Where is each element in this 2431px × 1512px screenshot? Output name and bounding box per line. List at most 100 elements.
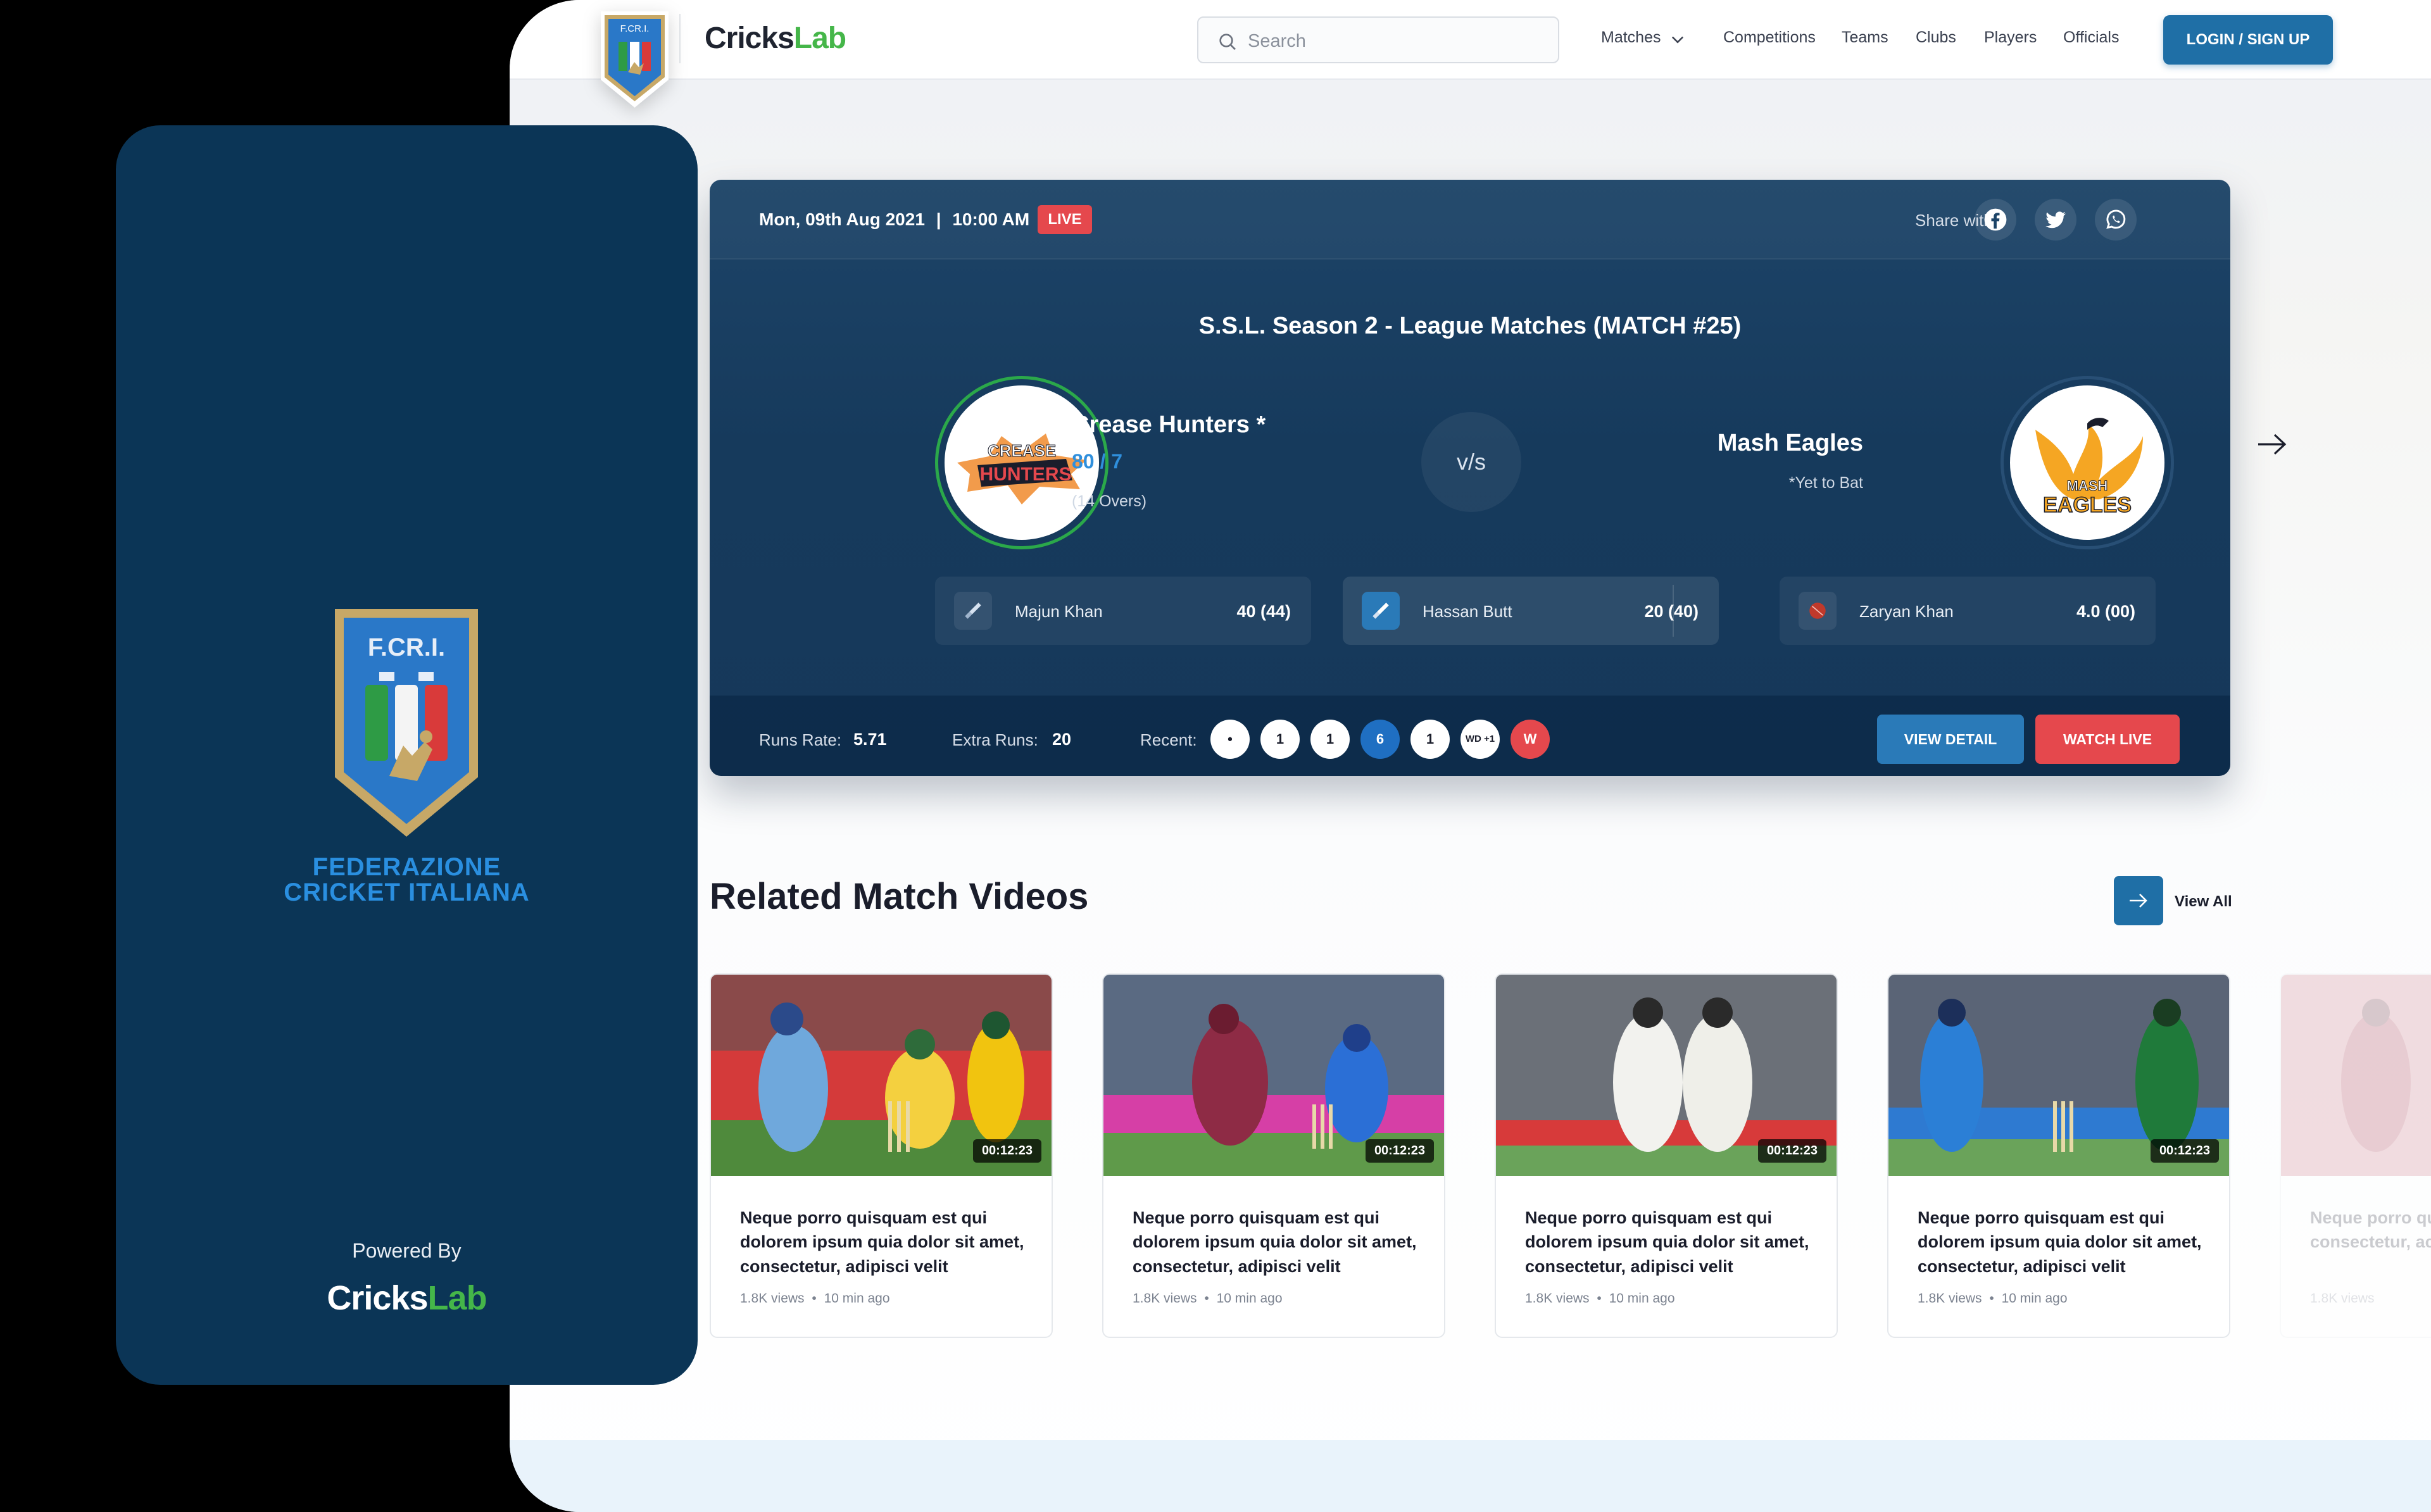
related-videos-title: Related Match Videos bbox=[710, 876, 1089, 917]
powered-by-label: Powered By bbox=[352, 1239, 462, 1262]
twitter-share-button[interactable] bbox=[2035, 199, 2076, 241]
match-card-footer: Runs Rate: 5.71 Extra Runs: 20 Recent: •… bbox=[710, 696, 2230, 776]
mash-eagles-logo: MASH EAGLES bbox=[2035, 418, 2143, 518]
video-duration: 00:12:23 bbox=[2150, 1139, 2219, 1163]
team1-overs: (14 Overs) bbox=[1072, 492, 1147, 510]
player-stat-batter2[interactable]: Hassan Butt 20 (40) bbox=[1343, 577, 1719, 645]
watch-live-button[interactable]: WATCH LIVE bbox=[2035, 715, 2180, 764]
logo-text-part1: Cricks bbox=[705, 22, 795, 55]
login-signup-button[interactable]: LOGIN / SIGN UP bbox=[2163, 15, 2333, 65]
search-placeholder: Search bbox=[1248, 31, 1306, 51]
runs-rate-label: Runs Rate: bbox=[759, 730, 842, 749]
video-duration: 00:12:23 bbox=[1365, 1139, 1434, 1163]
player-stat-bowler[interactable]: Zaryan Khan 4.0 (00) bbox=[1780, 577, 2156, 645]
video-views: 1.8K views bbox=[1525, 1291, 1590, 1306]
video-title[interactable]: Neque porro quisquam est qui dolorem ips… bbox=[1133, 1206, 1424, 1278]
video-card-partial[interactable]: Neque porro qu dolorem ipsum consectetur… bbox=[2280, 973, 2431, 1338]
video-thumbnail[interactable] bbox=[2281, 975, 2431, 1176]
match-title: S.S.L. Season 2 - League Matches (MATCH … bbox=[1198, 313, 1742, 339]
search-box[interactable]: Search bbox=[1197, 16, 1559, 63]
video-duration: 00:12:23 bbox=[1757, 1139, 1826, 1163]
whatsapp-share-button[interactable] bbox=[2095, 199, 2137, 241]
cricks-lab-logo: CricksLab bbox=[116, 1278, 698, 1318]
logo-text-part1: Cricks bbox=[327, 1279, 428, 1317]
view-detail-button[interactable]: VIEW DETAIL bbox=[1877, 715, 2024, 764]
nav-teams[interactable]: Teams bbox=[1842, 28, 1888, 47]
nav-clubs[interactable]: Clubs bbox=[1916, 28, 1956, 47]
federation-name-line1: FEDERAZIONE bbox=[312, 853, 501, 881]
shield-text: F.CR.I. bbox=[620, 23, 650, 34]
team1-logo-top-text: CREASE bbox=[988, 441, 1056, 460]
video-thumbnail[interactable]: 00:12:23 bbox=[1103, 975, 1444, 1176]
whatsapp-icon bbox=[2106, 209, 2126, 229]
ball-icon bbox=[1799, 592, 1837, 630]
video-title[interactable]: Neque porro quisquam est qui dolorem ips… bbox=[740, 1206, 1031, 1278]
extra-runs-value: 20 bbox=[1052, 730, 1072, 749]
video-meta: 1.8K views • 10 min ago bbox=[740, 1291, 890, 1306]
nav-competitions[interactable]: Competitions bbox=[1723, 28, 1816, 47]
video-card[interactable]: 00:12:23 Neque porro quisquam est qui do… bbox=[1887, 973, 2230, 1338]
match-date: Mon, 09th Aug 2021 bbox=[759, 209, 925, 229]
brand-divider bbox=[679, 14, 681, 63]
live-badge: LIVE bbox=[1038, 205, 1092, 234]
video-duration: 00:12:23 bbox=[972, 1139, 1041, 1163]
view-all-button[interactable] bbox=[2114, 876, 2163, 925]
mobile-splash-screen: F.CR.I. FEDERAZIONE CRICKET ITALIANA Pow… bbox=[116, 125, 698, 1385]
match-card-header: Mon, 09th Aug 2021 | 10:00 AM LIVE Share… bbox=[710, 180, 2230, 259]
recent-ball: 1 bbox=[1310, 720, 1350, 759]
video-card[interactable]: 00:12:23 Neque porro quisquam est qui do… bbox=[1102, 973, 1445, 1338]
video-age: 10 min ago bbox=[824, 1291, 890, 1306]
view-all-link[interactable]: View All bbox=[2175, 893, 2232, 911]
video-title[interactable]: Neque porro qu dolorem ipsum consectetur… bbox=[2310, 1206, 2431, 1254]
player-stat-batter1[interactable]: Majun Khan 40 (44) bbox=[935, 577, 1311, 645]
video-meta: 1.8K views • 10 min ago bbox=[1133, 1291, 1283, 1306]
team1-score: 80 / 7 bbox=[1072, 450, 1123, 473]
desktop-site-frame: CricksLab Search Matches Competitions Te… bbox=[510, 0, 2431, 1512]
video-views: 1.8K views bbox=[1133, 1291, 1197, 1306]
chevron-down-icon[interactable] bbox=[1669, 30, 1687, 48]
team2-logo-bottom-text: EAGLES bbox=[2043, 493, 2132, 517]
recent-ball: 1 bbox=[1260, 720, 1300, 759]
logo-text-part2: Lab bbox=[427, 1279, 487, 1317]
video-thumbnail[interactable]: 00:12:23 bbox=[1496, 975, 1837, 1176]
player-name: Zaryan Khan bbox=[1859, 602, 1954, 621]
player-score: 40 (44) bbox=[1236, 602, 1291, 621]
bat-icon bbox=[954, 592, 992, 630]
team1-name[interactable]: Crease Hunters * bbox=[1072, 411, 1266, 439]
extra-runs-label: Extra Runs: bbox=[952, 730, 1038, 749]
logo-text-part2: Lab bbox=[793, 22, 846, 55]
video-views: 1.8K views bbox=[1918, 1291, 1982, 1306]
top-navbar: CricksLab Search Matches Competitions Te… bbox=[510, 0, 2431, 80]
match-datetime: Mon, 09th Aug 2021 | 10:00 AM bbox=[759, 209, 1030, 229]
video-age: 10 min ago bbox=[1216, 1291, 1283, 1306]
video-card[interactable]: 00:12:23 Neque porro quisquam est qui do… bbox=[710, 973, 1053, 1338]
video-views: 1.8K views bbox=[740, 1291, 805, 1306]
nav-matches[interactable]: Matches bbox=[1601, 28, 1661, 47]
video-title[interactable]: Neque porro quisquam est qui dolorem ips… bbox=[1525, 1206, 1816, 1278]
federation-shield-logo[interactable]: F.CR.I. bbox=[598, 9, 671, 110]
team2-name[interactable]: Mash Eagles bbox=[1718, 430, 1863, 457]
footer-band bbox=[510, 1440, 2431, 1512]
video-card[interactable]: 00:12:23 Neque porro quisquam est qui do… bbox=[1495, 973, 1838, 1338]
nav-officials[interactable]: Officials bbox=[2063, 28, 2119, 47]
recent-ball-wide: WD +1 bbox=[1460, 720, 1500, 759]
federation-name-line2: CRICKET ITALIANA bbox=[284, 878, 530, 906]
arrow-right-icon[interactable] bbox=[2256, 432, 2289, 457]
runs-rate-value: 5.71 bbox=[853, 730, 887, 749]
video-thumbnail[interactable]: 00:12:23 bbox=[711, 975, 1052, 1176]
recent-ball-wicket: W bbox=[1511, 720, 1550, 759]
search-icon bbox=[1219, 34, 1236, 50]
team2-logo-top-text: MASH bbox=[2067, 478, 2108, 494]
team2-status: *Yet to Bat bbox=[1788, 474, 1863, 492]
facebook-icon bbox=[1984, 208, 2007, 231]
team1-logo-bottom-text: HUNTERS bbox=[979, 464, 1071, 485]
cricks-lab-logo[interactable]: CricksLab bbox=[705, 21, 846, 56]
team2-logo[interactable]: MASH EAGLES bbox=[2001, 376, 2174, 549]
video-title[interactable]: Neque porro quisquam est qui dolorem ips… bbox=[1918, 1206, 2209, 1278]
nav-players[interactable]: Players bbox=[1984, 28, 2037, 47]
video-age: 10 min ago bbox=[2001, 1291, 2068, 1306]
facebook-share-button[interactable] bbox=[1975, 199, 2016, 241]
video-thumbnail[interactable]: 00:12:23 bbox=[1888, 975, 2229, 1176]
match-time: 10:00 AM bbox=[952, 209, 1030, 229]
player-score: 4.0 (00) bbox=[2076, 602, 2135, 621]
